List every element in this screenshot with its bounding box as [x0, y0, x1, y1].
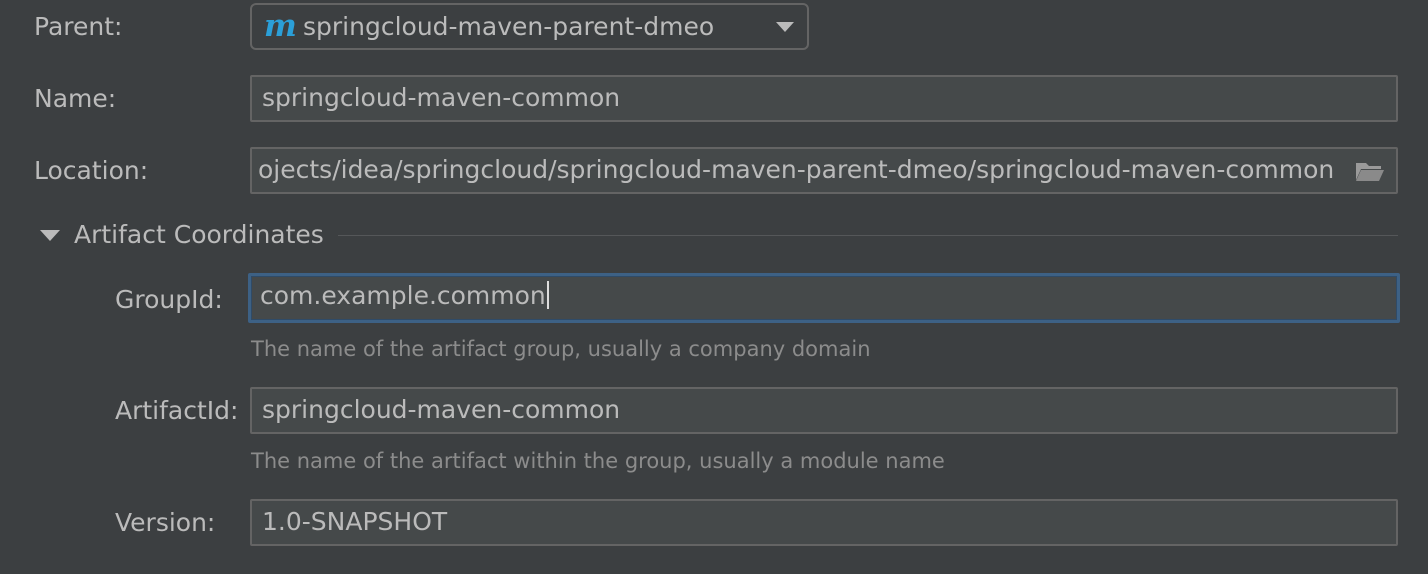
groupid-input[interactable]: com.example.common — [248, 273, 1400, 323]
location-input[interactable]: ojects/idea/springcloud/springcloud-mave… — [250, 147, 1398, 194]
dropdown-arrow-icon[interactable] — [776, 22, 794, 32]
section-divider — [338, 235, 1398, 236]
artifact-section-title[interactable]: Artifact Coordinates — [74, 220, 324, 250]
location-value: ojects/idea/springcloud/springcloud-mave… — [258, 155, 1335, 184]
location-label: Location: — [34, 156, 149, 185]
folder-icon[interactable] — [1355, 161, 1385, 182]
maven-icon: m — [264, 8, 297, 44]
name-label: Name: — [34, 84, 117, 113]
parent-value: springcloud-maven-parent-dmeo — [303, 12, 715, 41]
artifactid-label: ArtifactId: — [115, 396, 239, 425]
artifactid-input[interactable]: springcloud-maven-common — [250, 387, 1398, 434]
name-input[interactable]: springcloud-maven-common — [250, 75, 1398, 122]
groupid-hint: The name of the artifact group, usually … — [251, 337, 871, 361]
version-input[interactable]: 1.0-SNAPSHOT — [250, 499, 1398, 546]
artifactid-hint: The name of the artifact within the grou… — [251, 449, 945, 473]
triangle-down-icon[interactable] — [40, 230, 60, 241]
parent-label: Parent: — [34, 12, 123, 41]
groupid-value: com.example.common — [260, 281, 546, 310]
groupid-label: GroupId: — [115, 285, 223, 314]
text-caret — [546, 281, 549, 309]
parent-dropdown[interactable]: m springcloud-maven-parent-dmeo — [250, 3, 809, 50]
version-label: Version: — [115, 508, 216, 537]
